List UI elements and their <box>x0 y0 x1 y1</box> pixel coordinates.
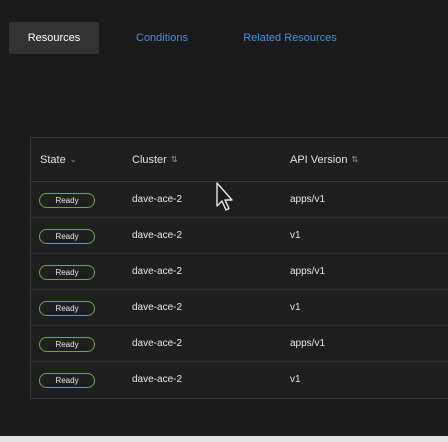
column-header-label: API Version <box>290 154 348 166</box>
cluster-cell: dave-ace-2 <box>132 230 183 241</box>
api-version-cell: apps/v1 <box>290 338 326 349</box>
status-badge: Ready <box>39 301 95 316</box>
sort-icon: ⇅ <box>170 155 178 164</box>
table-row[interactable]: Ready dave-ace-2 v1 <box>31 362 448 398</box>
api-version-cell: v1 <box>290 302 301 313</box>
status-badge: Ready <box>39 229 95 244</box>
resources-table: State ⌄ Cluster ⇅ API Version ⇅ Ready dave-… <box>30 137 448 399</box>
column-header-api-version[interactable]: API Version ⇅ <box>290 138 358 182</box>
cluster-cell: dave-ace-2 <box>132 374 183 385</box>
status-badge: Ready <box>39 337 95 352</box>
api-version-cell: apps/v1 <box>290 266 326 277</box>
cluster-cell: dave-ace-2 <box>132 338 183 349</box>
table-row[interactable]: Ready dave-ace-2 v1 <box>31 218 448 254</box>
sort-icon: ⇅ <box>351 155 359 164</box>
table-row[interactable]: Ready dave-ace-2 v1 <box>31 290 448 326</box>
column-header-state[interactable]: State ⌄ <box>40 138 76 182</box>
tab-bar: Resources Conditions Related Resources <box>0 0 448 76</box>
tab-conditions[interactable]: Conditions <box>116 22 208 54</box>
status-badge: Ready <box>39 265 95 280</box>
api-version-cell: apps/v1 <box>290 194 326 205</box>
column-header-cluster[interactable]: Cluster ⇅ <box>132 138 178 182</box>
column-header-label: Cluster <box>132 154 167 166</box>
table-row[interactable]: Ready dave-ace-2 apps/v1 <box>31 326 448 362</box>
resource-detail-panel: Resources Conditions Related Resources S… <box>0 0 448 442</box>
chevron-down-icon: ⌄ <box>69 155 77 164</box>
api-version-cell: v1 <box>290 374 301 385</box>
api-version-cell: v1 <box>290 230 301 241</box>
tab-resources[interactable]: Resources <box>9 22 99 54</box>
cluster-cell: dave-ace-2 <box>132 194 183 205</box>
bottom-edge <box>0 436 448 442</box>
status-badge: Ready <box>39 193 95 208</box>
table-row[interactable]: Ready dave-ace-2 apps/v1 <box>31 182 448 218</box>
table-row[interactable]: Ready dave-ace-2 apps/v1 <box>31 254 448 290</box>
cluster-cell: dave-ace-2 <box>132 266 183 277</box>
mouse-pointer-icon <box>216 182 233 211</box>
tab-related-resources[interactable]: Related Resources <box>222 22 358 54</box>
cluster-cell: dave-ace-2 <box>132 302 183 313</box>
column-header-label: State <box>40 154 66 166</box>
status-badge: Ready <box>39 373 95 388</box>
table-header: State ⌄ Cluster ⇅ API Version ⇅ <box>31 138 448 182</box>
